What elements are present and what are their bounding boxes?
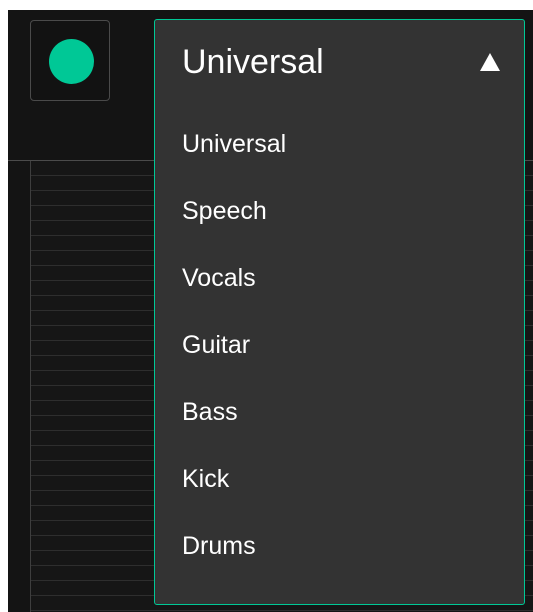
plugin-window: Universal Universal Speech Vocals Guitar… bbox=[8, 10, 533, 612]
option-speech[interactable]: Speech bbox=[155, 197, 524, 264]
selected-profile-label: Universal bbox=[182, 43, 324, 81]
option-guitar[interactable]: Guitar bbox=[155, 331, 524, 398]
power-button[interactable] bbox=[30, 20, 110, 101]
option-drums[interactable]: Drums bbox=[155, 532, 524, 599]
option-vocals[interactable]: Vocals bbox=[155, 264, 524, 331]
power-led-icon bbox=[49, 39, 94, 84]
option-kick[interactable]: Kick bbox=[155, 465, 524, 532]
option-universal[interactable]: Universal bbox=[155, 130, 524, 197]
profile-dropdown-header[interactable]: Universal bbox=[155, 20, 524, 104]
profile-dropdown[interactable]: Universal Universal Speech Vocals Guitar… bbox=[154, 19, 525, 605]
caret-up-icon bbox=[480, 53, 500, 71]
option-bass[interactable]: Bass bbox=[155, 398, 524, 465]
analyzer-left-gutter bbox=[8, 161, 31, 612]
profile-option-list: Universal Speech Vocals Guitar Bass Kick… bbox=[155, 130, 524, 599]
